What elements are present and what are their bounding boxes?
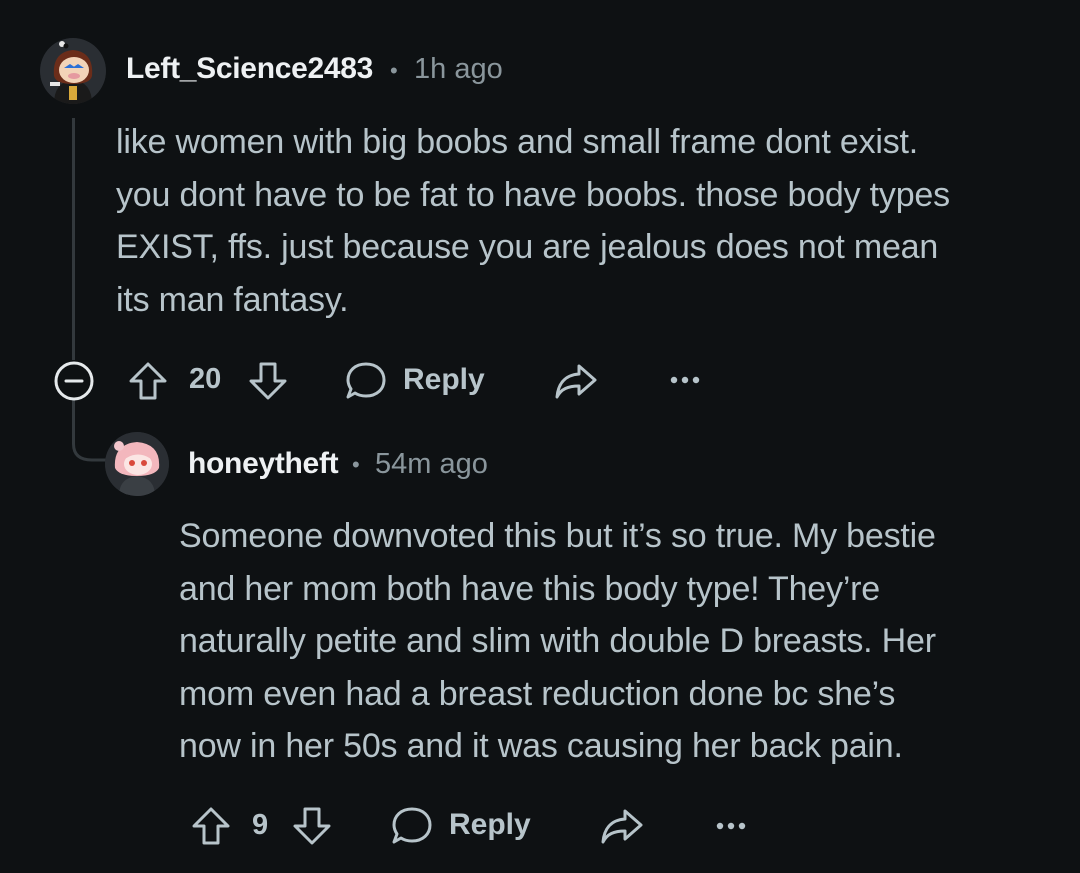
comment-line: now in her 50s and it was causing her ba…	[179, 727, 903, 765]
arrow-up-icon[interactable]	[191, 806, 231, 846]
avatar[interactable]	[105, 432, 169, 496]
arrow-down-icon[interactable]	[248, 361, 288, 401]
vote-count: 20	[189, 363, 222, 395]
comment-line: Someone downvoted this but it’s so true.…	[179, 517, 936, 555]
arrow-down-icon[interactable]	[292, 806, 332, 846]
meta-separator: •	[390, 58, 398, 83]
reply-button[interactable]: Reply	[403, 363, 485, 397]
comment-line: and her mom both have this body type! Th…	[179, 569, 880, 608]
comment-body: Someone downvoted this but it’s so true.…	[179, 510, 936, 773]
avatar[interactable]	[40, 38, 106, 104]
collapse-minus-icon[interactable]	[53, 360, 95, 402]
comment-line: like women with big boobs and small fram…	[116, 123, 919, 161]
arrow-up-icon[interactable]	[128, 361, 168, 401]
comment-line: you dont have to be fat to have boobs. t…	[116, 175, 950, 214]
timestamp[interactable]: 1h ago	[414, 53, 503, 86]
speech-bubble-icon[interactable]	[345, 361, 387, 401]
timestamp[interactable]: 54m ago	[375, 448, 488, 481]
speech-bubble-icon[interactable]	[391, 806, 433, 846]
share-arrow-icon[interactable]	[600, 805, 644, 847]
comment-body: like women with big boobs and small fram…	[116, 116, 950, 326]
reply-button[interactable]: Reply	[449, 808, 531, 842]
comment-line: EXIST, ffs. just because you are jealous…	[116, 228, 939, 266]
meta-separator: •	[352, 452, 360, 477]
username[interactable]: Left_Science2483	[126, 52, 373, 86]
ellipsis-icon[interactable]	[670, 372, 700, 388]
comment-line: its man fantasy.	[116, 280, 349, 319]
thread-line-vertical	[72, 118, 75, 360]
username[interactable]: honeytheft	[188, 447, 339, 481]
comment-line: mom even had a breast reduction done bc …	[179, 674, 896, 713]
comment-line: naturally petite and slim with double D …	[179, 622, 936, 660]
vote-count: 9	[252, 809, 269, 841]
share-arrow-icon[interactable]	[554, 360, 598, 402]
ellipsis-icon[interactable]	[716, 818, 746, 834]
